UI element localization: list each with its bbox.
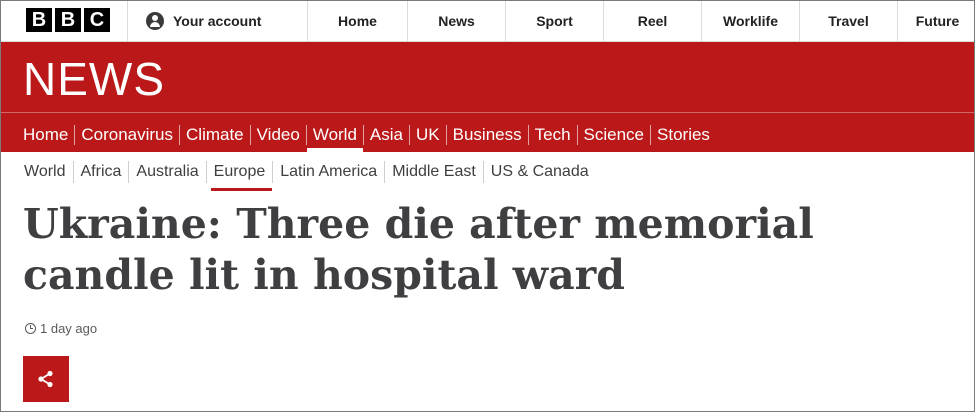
timestamp-text: 1 day ago — [40, 321, 98, 336]
section-nav-tech[interactable]: Tech — [529, 118, 577, 152]
account-label: Your account — [173, 13, 262, 29]
subnav-item-africa[interactable]: Africa — [74, 153, 129, 191]
section-nav-world[interactable]: World — [306, 118, 364, 152]
world-subnav: World Africa Australia Europe Latin America M… — [17, 153, 596, 191]
section-nav-video[interactable]: Video — [251, 118, 306, 152]
logo-letter: C — [84, 8, 110, 32]
article-timestamp: 1 day ago — [25, 321, 97, 336]
news-banner: NEWS Home Coronavirus Climate Video World Asi… — [1, 42, 974, 152]
subnav-item-australia[interactable]: Australia — [129, 153, 205, 191]
section-nav-climate[interactable]: Climate — [180, 118, 250, 152]
logo-letter: B — [26, 8, 52, 32]
global-nav-future[interactable]: Future — [897, 1, 974, 41]
global-nav-home[interactable]: Home — [307, 1, 407, 41]
banner-divider — [1, 112, 974, 113]
global-nav-news[interactable]: News — [407, 1, 505, 41]
section-nav-science[interactable]: Science — [578, 118, 650, 152]
section-nav-asia[interactable]: Asia — [364, 118, 409, 152]
global-nav-reel[interactable]: Reel — [603, 1, 701, 41]
global-nav-sport[interactable]: Sport — [505, 1, 603, 41]
account-link[interactable]: Your account — [127, 1, 308, 41]
clock-icon — [25, 323, 36, 334]
global-nav-worklife[interactable]: Worklife — [701, 1, 799, 41]
share-button[interactable] — [23, 356, 69, 402]
global-nav-travel[interactable]: Travel — [799, 1, 897, 41]
subnav-item-us-canada[interactable]: US & Canada — [484, 153, 596, 191]
account-icon — [146, 12, 164, 30]
share-icon — [38, 370, 53, 388]
bbc-logo[interactable]: B B C — [26, 8, 110, 32]
article-headline: Ukraine: Three die after memorial candle… — [23, 200, 814, 299]
section-nav-home[interactable]: Home — [17, 118, 74, 152]
subnav-item-middle-east[interactable]: Middle East — [385, 153, 483, 191]
logo-letter: B — [55, 8, 81, 32]
subnav-item-latin-america[interactable]: Latin America — [273, 153, 384, 191]
section-nav-coronavirus[interactable]: Coronavirus — [75, 118, 179, 152]
section-nav-uk[interactable]: UK — [410, 118, 446, 152]
global-nav: Home News Sport Reel Worklife Travel Future — [307, 1, 974, 41]
page-frame: B B C Your account Home News Sport Reel Work… — [0, 0, 975, 412]
subnav-item-europe[interactable]: Europe — [207, 153, 273, 191]
bbc-top-bar: B B C Your account Home News Sport Reel Work… — [1, 1, 974, 42]
section-nav-business[interactable]: Business — [447, 118, 528, 152]
subnav-item-world[interactable]: World — [17, 153, 73, 191]
news-section-nav: Home Coronavirus Climate Video World Asia UK Bu… — [17, 118, 716, 152]
section-nav-stories[interactable]: Stories — [651, 118, 716, 152]
news-wordmark[interactable]: NEWS — [23, 52, 165, 106]
